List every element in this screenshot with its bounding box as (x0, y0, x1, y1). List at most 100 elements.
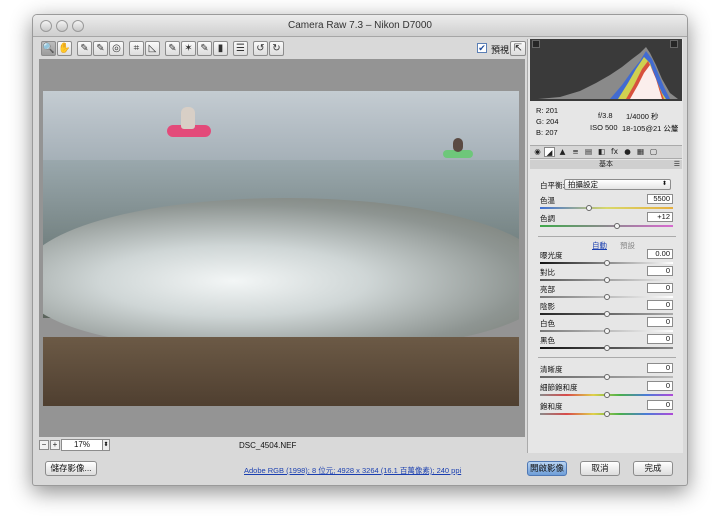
whites-slider[interactable] (540, 328, 673, 334)
contrast-slider[interactable] (540, 277, 673, 283)
tab-tone-curve-icon[interactable]: ◢ (544, 147, 555, 157)
shadows-value-field[interactable]: 0 (647, 300, 673, 310)
whites-label: 白色 (540, 319, 555, 328)
clarity-value-field[interactable]: 0 (647, 363, 673, 373)
saturation-value-field[interactable]: 0 (647, 400, 673, 410)
exposure-value-field[interactable]: 0.00 (647, 249, 673, 259)
photo-preview[interactable] (43, 91, 519, 406)
blacks-label: 黑色 (540, 336, 555, 345)
vibrance-slider-thumb[interactable] (603, 392, 610, 398)
open-image-button[interactable]: 開啟影像 (527, 461, 567, 476)
camera-raw-window: Camera Raw 7.3 – Nikon D7000 🔍 ✋ ✎ ✎ ◎ ⌗… (32, 14, 688, 486)
red-eye-removal-tool-button[interactable]: ✶ (181, 41, 196, 56)
clarity-slider-thumb[interactable] (603, 374, 610, 380)
tab-lens-corrections-icon[interactable]: ◧ (596, 147, 607, 157)
highlights-slider[interactable] (540, 294, 673, 300)
zoom-in-button[interactable]: + (50, 440, 60, 450)
preferences-button[interactable]: ☰ (233, 41, 248, 56)
highlights-label: 亮部 (540, 285, 555, 294)
whites-slider-thumb[interactable] (603, 328, 610, 334)
image-canvas[interactable] (39, 59, 525, 437)
exposure-slider[interactable] (540, 260, 673, 266)
saturation-slider-thumb[interactable] (603, 411, 610, 417)
file-name: DSC_4504.NEF (239, 441, 297, 450)
shadows-slider-thumb[interactable] (603, 311, 610, 317)
fullscreen-button[interactable]: ⇱ (510, 41, 526, 56)
spot-removal-tool-button[interactable]: ✎ (165, 41, 180, 56)
b-label: B: (536, 128, 544, 137)
tab-presets-icon[interactable]: ▦ (635, 147, 646, 157)
toolbar: 🔍 ✋ ✎ ✎ ◎ ⌗ ◺ ✎ ✶ ✎ ▮ ☰ ↺ ↻ ✔ 預視 ⇱ (39, 39, 526, 59)
targeted-adjustment-tool-button[interactable]: ◎ (109, 41, 124, 56)
zoom-tool-button[interactable]: 🔍 (41, 41, 56, 56)
cancel-button[interactable]: 取消 (580, 461, 620, 476)
r-label: R: (536, 106, 544, 115)
zoom-out-button[interactable]: − (39, 440, 49, 450)
highlights-value-field[interactable]: 0 (647, 283, 673, 293)
rotate-right-icon: ↻ (272, 43, 281, 54)
aperture-value: f/3.8 (598, 111, 613, 120)
tint-value-field[interactable]: +12 (647, 212, 673, 222)
preview-checkbox[interactable]: ✔ (477, 43, 487, 53)
shutter-value: 1/4000 秒 (626, 112, 659, 121)
tab-hsl-icon[interactable]: ≡ (570, 147, 581, 157)
temperature-slider[interactable] (540, 205, 673, 211)
zoom-dropdown-icon[interactable]: ⬍ (102, 439, 110, 451)
tab-camera-calibration-icon[interactable]: ● (622, 147, 633, 157)
blacks-slider[interactable] (540, 345, 673, 351)
saturation-label: 飽和度 (540, 402, 563, 411)
color-sampler-tool-button[interactable]: ✎ (93, 41, 108, 56)
contrast-label: 對比 (540, 268, 555, 277)
temperature-slider-thumb[interactable] (586, 205, 593, 211)
crop-tool-icon: ⌗ (133, 43, 140, 54)
blacks-slider-thumb[interactable] (603, 345, 610, 351)
contrast-value-field[interactable]: 0 (647, 266, 673, 276)
crop-tool-button[interactable]: ⌗ (129, 41, 144, 56)
tab-basic-icon[interactable]: ◉ (532, 147, 543, 157)
panel-menu-icon[interactable]: ☰ (674, 160, 680, 169)
fullscreen-icon: ⇱ (513, 43, 523, 54)
tab-effects-icon[interactable]: fx (609, 147, 620, 157)
rotate-right-button[interactable]: ↻ (269, 41, 284, 56)
adjustment-brush-button[interactable]: ✎ (197, 41, 212, 56)
tab-snapshots-icon[interactable]: ▢ (648, 147, 659, 157)
histogram (530, 39, 682, 101)
default-link[interactable]: 預設 (620, 240, 635, 251)
saturation-slider[interactable] (540, 411, 673, 417)
rotate-left-button[interactable]: ↺ (253, 41, 268, 56)
whites-value-field[interactable]: 0 (647, 317, 673, 327)
clarity-slider[interactable] (540, 374, 673, 380)
tab-split-toning-icon[interactable]: ▤ (583, 147, 594, 157)
highlights-slider-thumb[interactable] (603, 294, 610, 300)
auto-link[interactable]: 自動 (592, 240, 607, 251)
temperature-value-field[interactable]: 5500 (647, 194, 673, 204)
exposure-slider-thumb[interactable] (603, 260, 610, 266)
contrast-slider-thumb[interactable] (603, 277, 610, 283)
save-image-button[interactable]: 儲存影像... (45, 461, 97, 476)
g-value: 204 (546, 117, 559, 126)
tint-slider-thumb[interactable] (614, 223, 621, 229)
vibrance-slider[interactable] (540, 392, 673, 398)
tint-slider[interactable] (540, 223, 673, 229)
targeted-adjustment-tool-icon: ◎ (112, 43, 121, 54)
graduated-filter-button[interactable]: ▮ (213, 41, 228, 56)
red-eye-removal-tool-icon: ✶ (184, 43, 193, 54)
clarity-label: 清晰度 (540, 365, 563, 374)
hand-tool-icon: ✋ (58, 43, 71, 54)
panel-header: 基本 ☰ (530, 160, 682, 169)
adjustment-panel: R: 201 G: 204 B: 207 f/3.8 1/4000 秒 ISO … (527, 39, 683, 453)
shadows-slider[interactable] (540, 311, 673, 317)
done-button[interactable]: 完成 (633, 461, 673, 476)
white-balance-tool-button[interactable]: ✎ (77, 41, 92, 56)
tab-detail-icon[interactable]: ▲ (557, 147, 568, 157)
blacks-value-field[interactable]: 0 (647, 334, 673, 344)
hand-tool-button[interactable]: ✋ (57, 41, 72, 56)
zoom-level-field[interactable]: 17% (61, 439, 103, 451)
temperature-label: 色溫 (540, 196, 555, 205)
white-balance-value: 拍攝設定 (568, 180, 598, 189)
select-arrow-icon: ⬍ (661, 181, 667, 187)
vibrance-value-field[interactable]: 0 (647, 381, 673, 391)
workflow-options-link[interactable]: Adobe RGB (1998); 8 位元; 4928 x 3264 (16.… (244, 465, 461, 476)
white-balance-select[interactable]: 拍攝設定 ⬍ (564, 179, 671, 190)
straighten-tool-button[interactable]: ◺ (145, 41, 160, 56)
